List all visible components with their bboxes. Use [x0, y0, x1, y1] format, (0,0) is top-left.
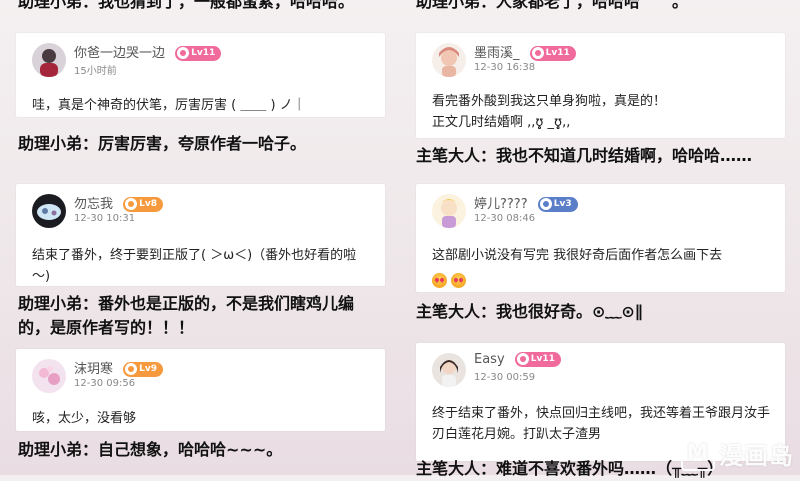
comment-card[interactable]: 婷儿???? Lv3 12-30 08:46 这部剧小说没有写完 我很好奇后面作… — [416, 184, 785, 292]
username-row: 勿忘我 Lv8 — [74, 193, 164, 212]
comment-text: 结束了番外，终于要到正版了( ＞ω＜)（番外也好看的啦～) — [32, 248, 357, 284]
heart-eyes-emoji-icon — [451, 273, 466, 288]
watermark-logo-icon: M — [681, 436, 715, 471]
comment-time: 12-30 16:38 — [474, 62, 536, 73]
author-reply: 助理小弟：厉害厉害，夸原作者一哈子。 — [18, 134, 307, 153]
level-badge: Lv9 — [123, 362, 164, 377]
comment-text: 咳，太少，没看够 — [32, 411, 137, 426]
username[interactable]: 沫玥寒 — [74, 362, 113, 377]
username[interactable]: Easy — [474, 352, 505, 367]
author-reply: 助理小弟：番外也是正版的，不是我们瞎鸡儿编的，是原作者写的！！！ — [18, 294, 355, 337]
username-row: 墨雨溪_ Lv11 — [474, 42, 576, 61]
username-row: 你爸一边哭一边 Lv11 — [74, 42, 222, 61]
level-badge: Lv8 — [123, 197, 164, 212]
user-avatar[interactable] — [432, 353, 466, 387]
comment-text: 这部剧小说没有写完 我很好奇后面作者怎么画下去 — [432, 248, 723, 263]
level-badge: Lv3 — [537, 197, 578, 212]
comment-text: 哇，真是个神奇的伏笔，厉害厉害 ( ＿＿ ) ノ｜ — [32, 98, 306, 113]
level-badge: Lv11 — [514, 352, 561, 367]
level-badge: Lv11 — [175, 46, 222, 61]
user-avatar[interactable] — [432, 194, 466, 228]
user-avatar[interactable] — [32, 359, 66, 393]
username-row: Easy Lv11 — [474, 352, 561, 367]
author-reply: 助理小弟：自己想象，哈哈哈~~~。 — [18, 440, 283, 459]
author-reply: 助理小弟：我也猜到了，一般都蛮累，哈哈哈。 — [18, 0, 355, 11]
author-reply: 主笔大人：我也很好奇。⊙﹏⊙∥ — [416, 302, 643, 321]
comment-time: 12-30 09:56 — [74, 378, 136, 389]
site-watermark: M 漫画岛 — [681, 436, 794, 471]
comment-time: 15小时前 — [74, 66, 117, 77]
emoji-row — [432, 270, 470, 289]
level-badge: Lv11 — [529, 46, 576, 61]
comment-time: 12-30 00:59 — [474, 372, 536, 383]
left-comment-column: 助理小弟：我也猜到了，一般都蛮累，哈哈哈。 你爸一边哭一边 Lv11 15小时前… — [0, 0, 385, 475]
username[interactable]: 婷儿???? — [474, 197, 528, 212]
comment-card[interactable]: 你爸一边哭一边 Lv11 15小时前 哇，真是个神奇的伏笔，厉害厉害 ( ＿＿ … — [16, 33, 385, 117]
username-row: 婷儿???? Lv3 — [474, 193, 578, 212]
author-reply: 助理小弟：人家都老了，哈哈哈 。 — [416, 0, 689, 11]
watermark-text: 漫画岛 — [719, 442, 794, 470]
username[interactable]: 你爸一边哭一边 — [74, 46, 165, 61]
right-comment-column: 助理小弟：人家都老了，哈哈哈 。 墨雨溪_ Lv11 12-30 16:38 看… — [400, 0, 785, 478]
user-avatar[interactable] — [32, 43, 66, 77]
username[interactable]: 墨雨溪_ — [474, 46, 520, 61]
username[interactable]: 勿忘我 — [74, 197, 113, 212]
comment-time: 12-30 08:46 — [474, 213, 536, 224]
username-row: 沫玥寒 Lv9 — [74, 358, 164, 377]
comment-text: 看完番外酸到我这只单身狗啦，真是的！ 正文几时结婚啊 ,,ʊ̥̥̥̥̥ _ʊ̥̥… — [432, 94, 667, 130]
comment-card[interactable]: 勿忘我 Lv8 12-30 10:31 结束了番外，终于要到正版了( ＞ω＜)（… — [16, 184, 385, 286]
heart-eyes-emoji-icon — [432, 273, 447, 288]
comment-card[interactable]: 墨雨溪_ Lv11 12-30 16:38 看完番外酸到我这只单身狗啦，真是的！… — [416, 33, 785, 138]
user-avatar[interactable] — [32, 194, 66, 228]
user-avatar[interactable] — [432, 43, 466, 77]
author-reply: 主笔大人：我也不知道几时结婚啊，哈哈哈…… — [416, 146, 753, 165]
comment-card[interactable]: 沫玥寒 Lv9 12-30 09:56 咳，太少，没看够 — [16, 349, 385, 431]
comment-time: 12-30 10:31 — [74, 213, 136, 224]
